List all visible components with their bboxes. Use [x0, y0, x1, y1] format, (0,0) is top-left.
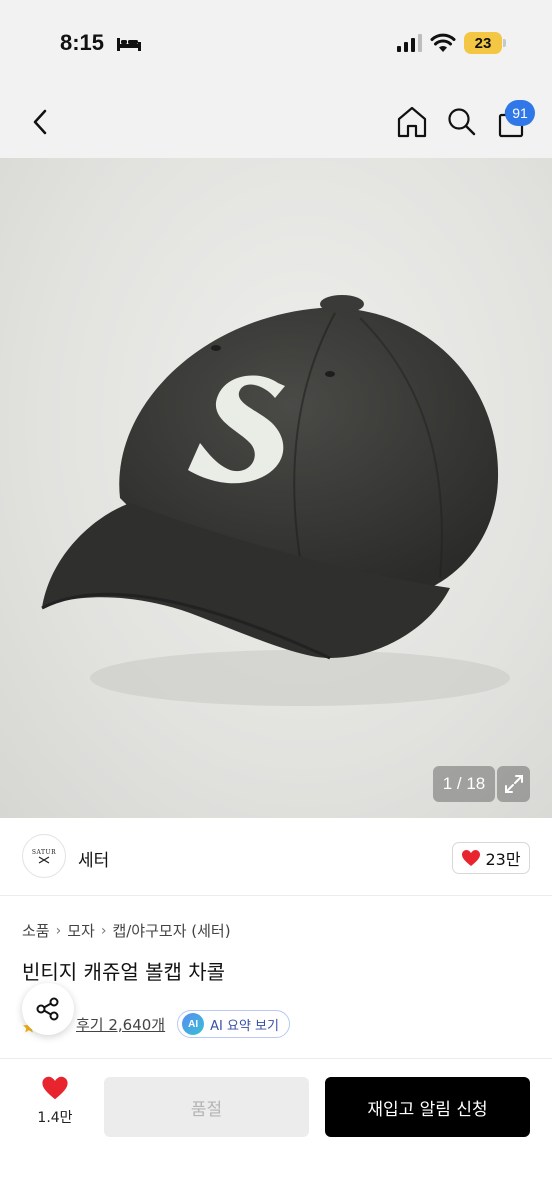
brand-row: SATUR 세터 23만	[0, 818, 552, 896]
sleep-focus-icon	[117, 38, 141, 51]
chevron-right-icon: ›	[100, 922, 107, 939]
brand-like-button[interactable]: 23만	[452, 842, 530, 874]
crossed-swords-icon	[38, 855, 50, 864]
battery-level: 23	[474, 34, 492, 52]
sold-out-button[interactable]: 품절	[104, 1077, 309, 1137]
image-counter: 1 / 18	[433, 766, 495, 802]
product-title: 빈티지 캐쥬얼 볼캡 차콜	[22, 960, 226, 984]
battery-tip	[503, 39, 506, 47]
brand-like-count: 23만	[485, 850, 521, 869]
chevron-right-icon: ›	[55, 922, 62, 939]
ai-summary-label: AI 요약 보기	[210, 1018, 279, 1034]
status-time: 8:15	[60, 30, 105, 55]
brand-logo-text: SATUR	[31, 848, 57, 856]
chevron-left-icon	[33, 109, 47, 135]
reviews-link[interactable]: 후기 2,640개	[76, 1014, 165, 1035]
heart-icon	[462, 850, 481, 866]
bottom-action-bar: 1.4만 품절 재입고 알림 신청	[0, 1058, 552, 1200]
heart-icon	[42, 1076, 68, 1100]
brand-name[interactable]: 세터	[78, 846, 109, 871]
home-button[interactable]	[392, 104, 432, 140]
share-icon	[36, 997, 59, 1021]
expand-icon	[504, 775, 523, 793]
search-icon	[448, 108, 476, 136]
ai-summary-button[interactable]: AI AI 요약 보기	[177, 1010, 290, 1038]
home-icon	[397, 106, 427, 138]
top-nav	[0, 90, 552, 158]
expand-image-button[interactable]	[497, 766, 530, 802]
breadcrumb-item[interactable]: 모자	[67, 920, 95, 941]
wifi-icon	[430, 33, 456, 52]
wishlist-button[interactable]: 1.4만	[22, 1075, 88, 1139]
restock-alert-button[interactable]: 재입고 알림 신청	[325, 1077, 530, 1137]
status-bar: 8:15 23	[0, 0, 552, 90]
cart-count-badge: 91	[505, 100, 535, 126]
brand-logo[interactable]: SATUR	[22, 834, 66, 878]
ai-icon: AI	[182, 1013, 205, 1035]
breadcrumb-item[interactable]: 캡/야구모자 (세터)	[112, 920, 230, 941]
back-button[interactable]	[22, 104, 58, 140]
cellular-signal-icon	[397, 34, 422, 52]
breadcrumb-item[interactable]: 소품	[22, 920, 50, 941]
cap-illustration	[41, 295, 510, 706]
wishlist-count: 1.4만	[37, 1110, 73, 1126]
battery-indicator: 23	[464, 32, 502, 54]
breadcrumb: 소품 › 모자 › 캡/야구모자 (세터)	[22, 920, 231, 941]
search-button[interactable]	[442, 104, 482, 140]
share-button[interactable]	[22, 983, 74, 1035]
product-image[interactable]	[0, 158, 552, 818]
